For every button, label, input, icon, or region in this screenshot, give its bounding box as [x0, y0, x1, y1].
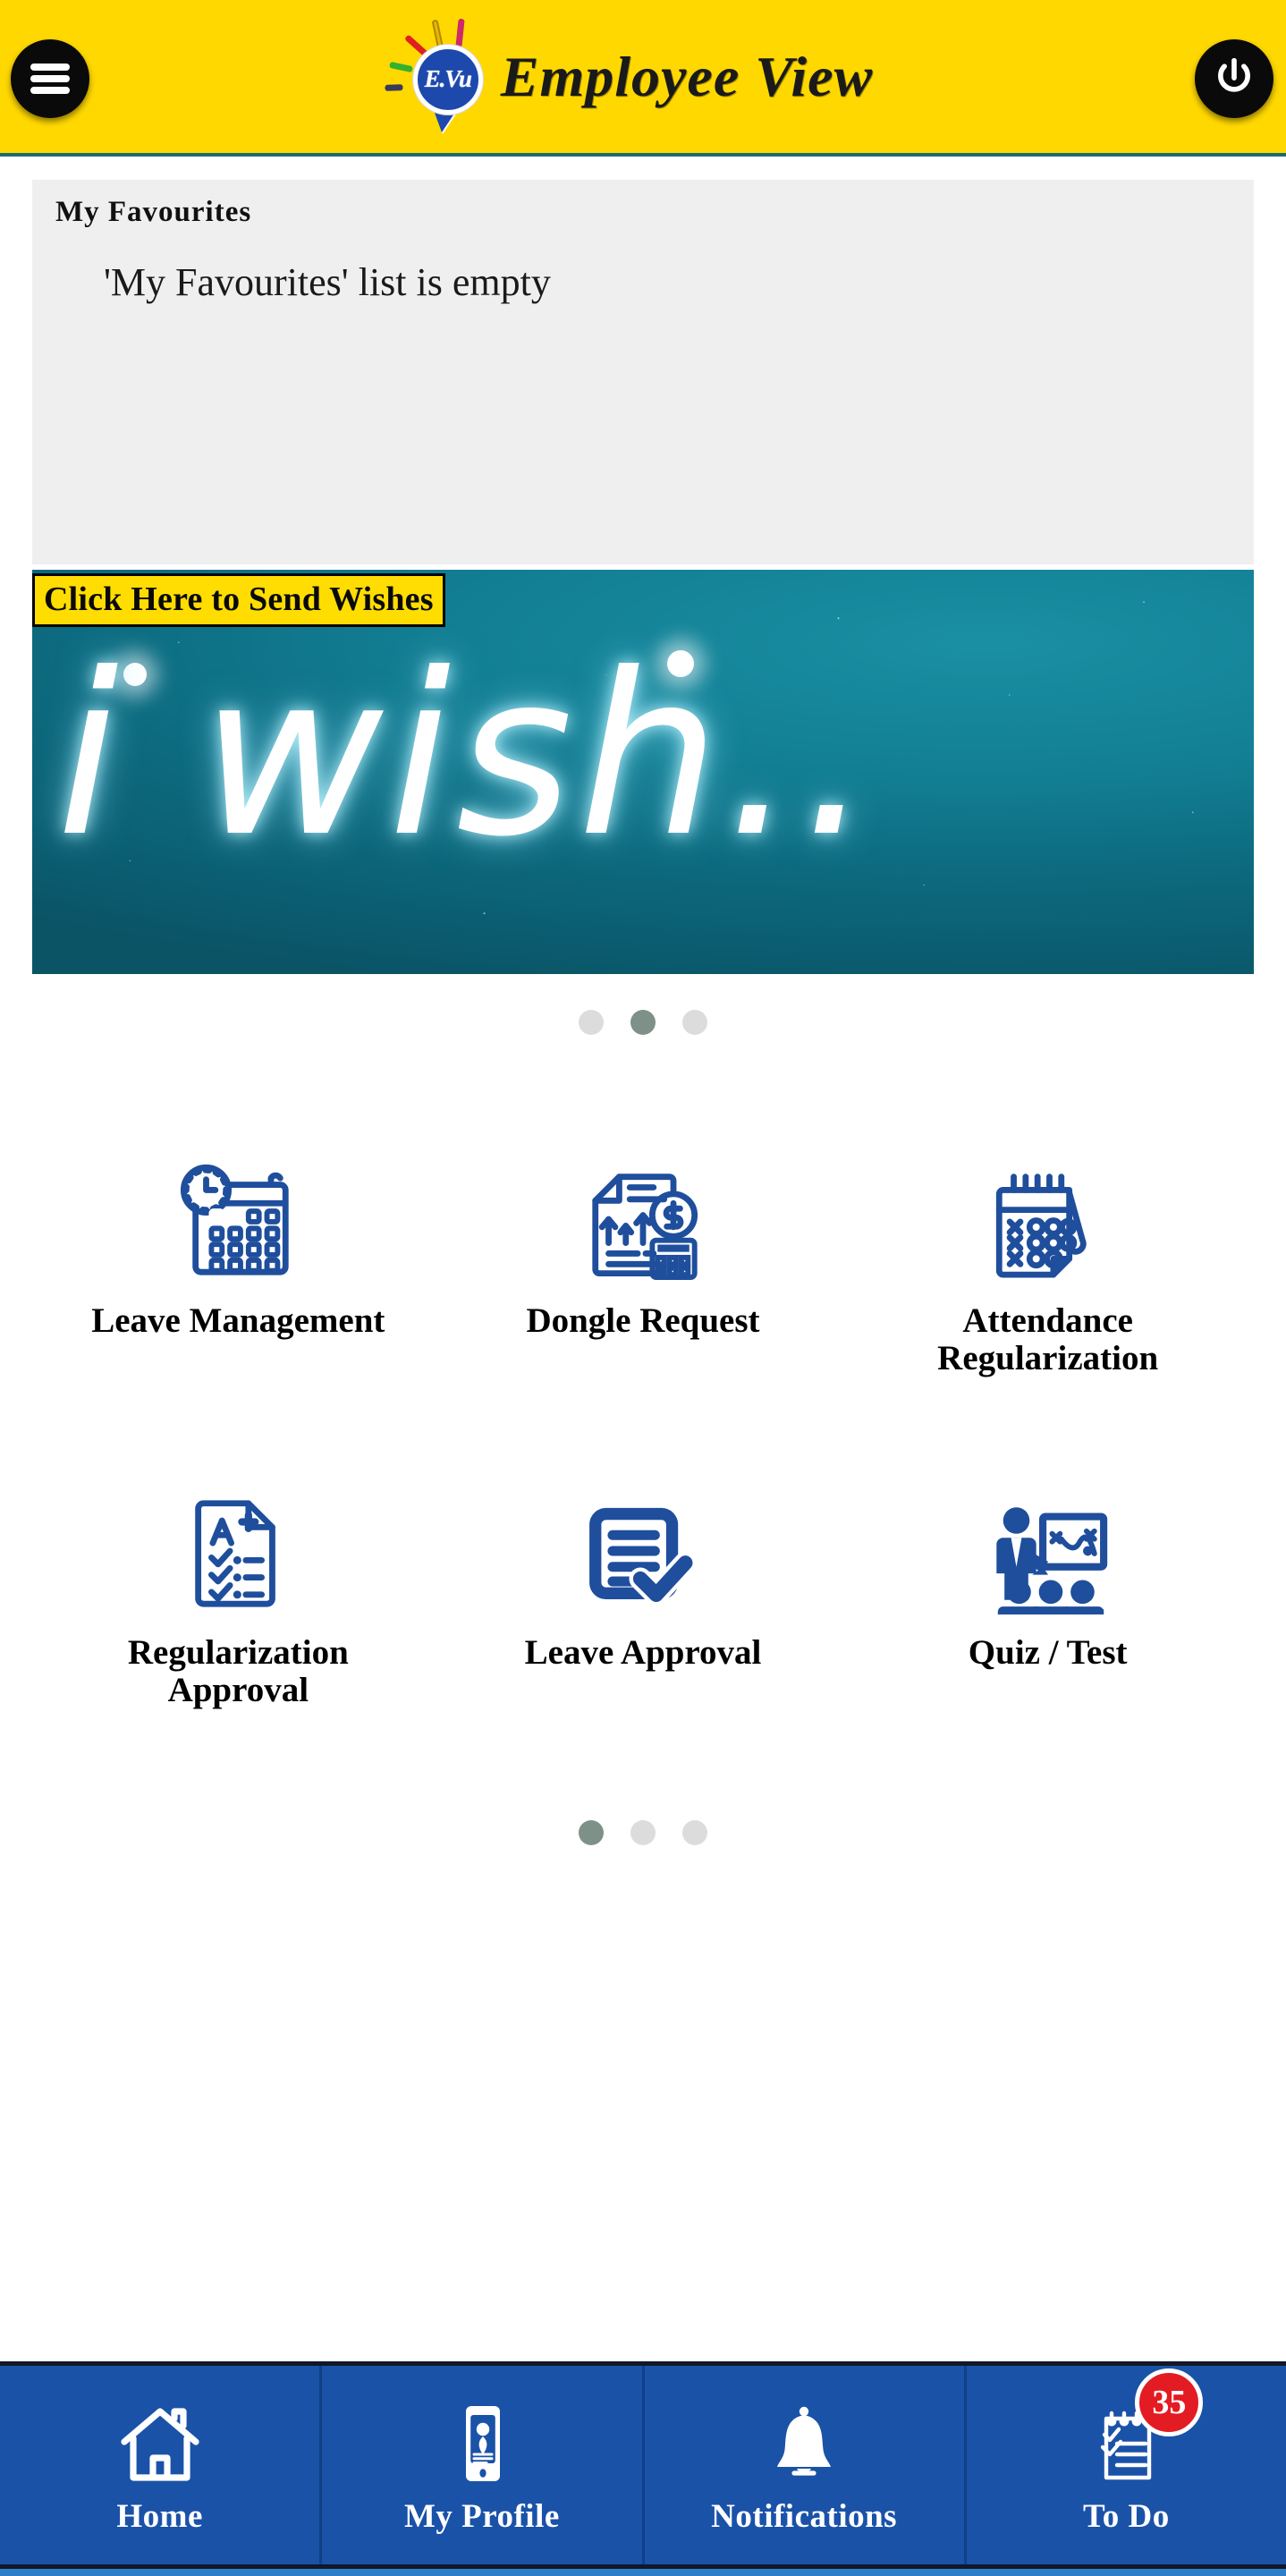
logo-ray-navy — [385, 83, 403, 91]
app-tile-leave-management[interactable]: Leave Management — [36, 1135, 441, 1377]
logo-text: E.Vu — [424, 65, 472, 92]
app-tile-label: Leave Management — [91, 1301, 385, 1340]
carousel-dot[interactable] — [630, 1820, 656, 1846]
banner-carousel-dots — [0, 1010, 1286, 1035]
app-tile-label: Quiz / Test — [968, 1633, 1128, 1673]
todo-count-badge: 35 — [1135, 2368, 1204, 2436]
hamburger-menu-button[interactable] — [11, 39, 89, 118]
grade-report-checklist-icon — [171, 1467, 305, 1614]
app-tile-label: Attendance Regularization — [937, 1301, 1159, 1378]
profile-phone-icon — [436, 2395, 529, 2492]
app-tile-label: Dongle Request — [526, 1301, 760, 1340]
banner-text: i wish.. — [56, 624, 878, 886]
nav-item-label: Home — [116, 2497, 203, 2535]
nav-item-notifications[interactable]: Notifications — [645, 2366, 967, 2564]
app-header: E.Vu Employee View — [0, 0, 1286, 157]
nav-item-label: To Do — [1082, 2497, 1170, 2535]
bottom-navigation-bar: Home My Profile Notifications 35 To Do — [0, 2361, 1286, 2569]
speech-bubble-icon: E.Vu — [412, 44, 483, 114]
power-icon — [1218, 57, 1250, 92]
bell-icon — [757, 2395, 850, 2492]
logo-ray-pink — [455, 18, 465, 47]
app-tile-label: Leave Approval — [524, 1633, 762, 1673]
app-tile-attendance-regularization[interactable]: Attendance Regularization — [845, 1135, 1250, 1377]
power-button[interactable] — [1195, 39, 1273, 118]
nav-item-label: My Profile — [403, 2497, 560, 2535]
main-content: My Favourites 'My Favourites' list is em… — [0, 157, 1286, 2361]
app-tile-dongle-request[interactable]: Dongle Request — [441, 1135, 846, 1377]
favourites-card: My Favourites 'My Favourites' list is em… — [32, 180, 1254, 564]
carousel-dot-active[interactable] — [579, 1820, 604, 1846]
nav-item-my-profile[interactable]: My Profile — [322, 2366, 645, 2564]
app-shortcut-grid: Leave Management Dongle Request Attendan… — [0, 1135, 1286, 1709]
favourites-title: My Favourites — [55, 196, 252, 228]
app-tile-leave-approval[interactable]: Leave Approval — [441, 1467, 846, 1709]
favourites-empty-message: 'My Favourites' list is empty — [104, 260, 551, 304]
app-tile-quiz-test[interactable]: Quiz / Test — [845, 1467, 1250, 1709]
logo-mark: E.Vu — [385, 18, 488, 132]
logo-ray-green — [388, 61, 413, 72]
app-tile-regularization-approval[interactable]: Regularization Approval — [36, 1467, 441, 1709]
hamburger-menu-icon — [30, 64, 70, 94]
app-logo: E.Vu Employee View — [385, 18, 874, 132]
app-tile-label: Regularization Approval — [127, 1633, 349, 1710]
carousel-dot[interactable] — [682, 1820, 707, 1846]
home-icon — [114, 2395, 207, 2492]
document-money-calculator-icon — [576, 1135, 710, 1283]
nav-item-home[interactable]: Home — [0, 2366, 323, 2564]
bottom-accent-strip — [0, 2569, 1286, 2576]
presenter-whiteboard-icon — [981, 1467, 1115, 1615]
calendar-clock-icon — [171, 1135, 305, 1283]
carousel-dot-active[interactable] — [630, 1010, 656, 1035]
carousel-dot[interactable] — [579, 1010, 604, 1035]
wishes-banner[interactable]: i wish.. Click Here to Send Wishes — [32, 570, 1254, 974]
app-carousel-dots — [0, 1820, 1286, 1846]
document-checkmark-icon — [576, 1467, 710, 1614]
send-wishes-button[interactable]: Click Here to Send Wishes — [32, 573, 445, 627]
carousel-dot[interactable] — [682, 1010, 707, 1035]
nav-item-label: Notifications — [711, 2497, 898, 2535]
nav-item-to-do[interactable]: 35 To Do — [967, 2366, 1286, 2564]
spiral-calendar-xo-icon — [981, 1135, 1115, 1283]
page-title: Employee View — [500, 44, 874, 108]
app-root: E.Vu Employee View My Favourites 'My Fav… — [0, 0, 1286, 2576]
clipboard-checklist-icon: 35 — [1079, 2368, 1204, 2492]
